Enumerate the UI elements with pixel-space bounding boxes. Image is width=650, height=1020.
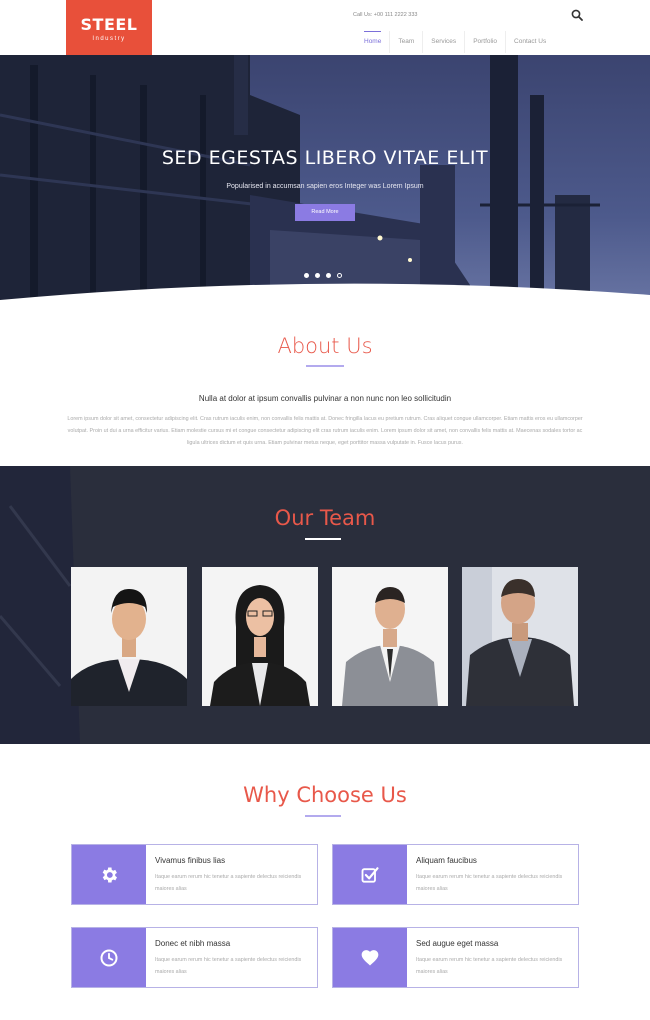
main-nav: Home Team Services Portfolio Contact Us	[356, 31, 554, 53]
gear-icon	[102, 867, 117, 882]
team-member-4[interactable]	[462, 567, 578, 706]
nav-contact[interactable]: Contact Us	[505, 31, 554, 53]
site-header: STEEL Industry Call Us: +00 111 2222 333…	[0, 0, 650, 55]
slider-dot[interactable]	[337, 273, 342, 278]
clock-icon	[100, 949, 118, 966]
nav-portfolio[interactable]: Portfolio	[464, 31, 505, 53]
hero-title: SED EGESTAS LIBERO VITAE ELIT	[161, 147, 489, 169]
about-text: Lorem ipsum dolor sit amet, consectetur …	[67, 416, 583, 446]
feature-icon-box	[333, 928, 407, 987]
team-member-3[interactable]	[332, 567, 448, 706]
about-divider	[306, 365, 344, 367]
about-lead: Nulla at dolor at ipsum convallis pulvin…	[198, 394, 452, 403]
read-more-button[interactable]: Read More	[295, 204, 355, 221]
slider-dot[interactable]	[315, 273, 320, 278]
logo[interactable]: STEEL Industry	[66, 0, 152, 55]
team-divider	[305, 538, 341, 540]
hero-slider: SED EGESTAS LIBERO VITAE ELIT Popularise…	[0, 55, 650, 325]
check-square-icon	[361, 866, 379, 883]
team-section: Our Team	[0, 466, 650, 744]
team-title: Our Team	[274, 506, 376, 530]
slider-dots	[304, 273, 342, 278]
feature-text: Itaque earum rerum hic tenetur a sapient…	[155, 957, 302, 975]
feature-card-4: Sed augue eget massa Itaque earum rerum …	[332, 927, 579, 988]
feature-text: Itaque earum rerum hic tenetur a sapient…	[155, 874, 302, 892]
feature-card-1: Vivamus finibus lias Itaque earum rerum …	[71, 844, 318, 905]
hero-background-image	[0, 55, 650, 325]
nav-services[interactable]: Services	[422, 31, 464, 53]
nav-home[interactable]: Home	[356, 31, 389, 53]
logo-subtitle: Industry	[92, 36, 126, 42]
feature-title: Aliquam faucibus	[416, 856, 477, 865]
hero-subtitle: Popularised in accumsan sapien eros Inte…	[226, 183, 424, 190]
team-member-1[interactable]	[71, 567, 187, 706]
slider-dot[interactable]	[326, 273, 331, 278]
feature-text: Itaque earum rerum hic tenetur a sapient…	[416, 957, 563, 975]
team-member-2[interactable]	[202, 567, 318, 706]
header-phone: Call Us: +00 111 2222 333	[353, 12, 418, 18]
feature-title: Vivamus finibus lias	[155, 856, 226, 865]
slider-dot[interactable]	[304, 273, 309, 278]
feature-title: Sed augue eget massa	[416, 939, 499, 948]
heart-icon	[361, 949, 379, 965]
feature-card-3: Donec et nibh massa Itaque earum rerum h…	[71, 927, 318, 988]
logo-name: STEEL	[80, 15, 138, 34]
why-title: Why Choose Us	[243, 783, 407, 807]
feature-card-2: Aliquam faucibus Itaque earum rerum hic …	[332, 844, 579, 905]
about-title: About Us	[277, 334, 373, 358]
feature-icon-box	[72, 845, 146, 904]
feature-icon-box	[72, 928, 146, 987]
search-icon[interactable]	[571, 9, 583, 21]
feature-icon-box	[333, 845, 407, 904]
nav-team[interactable]: Team	[389, 31, 422, 53]
feature-title: Donec et nibh massa	[155, 939, 231, 948]
why-divider	[305, 815, 341, 817]
feature-text: Itaque earum rerum hic tenetur a sapient…	[416, 874, 563, 892]
